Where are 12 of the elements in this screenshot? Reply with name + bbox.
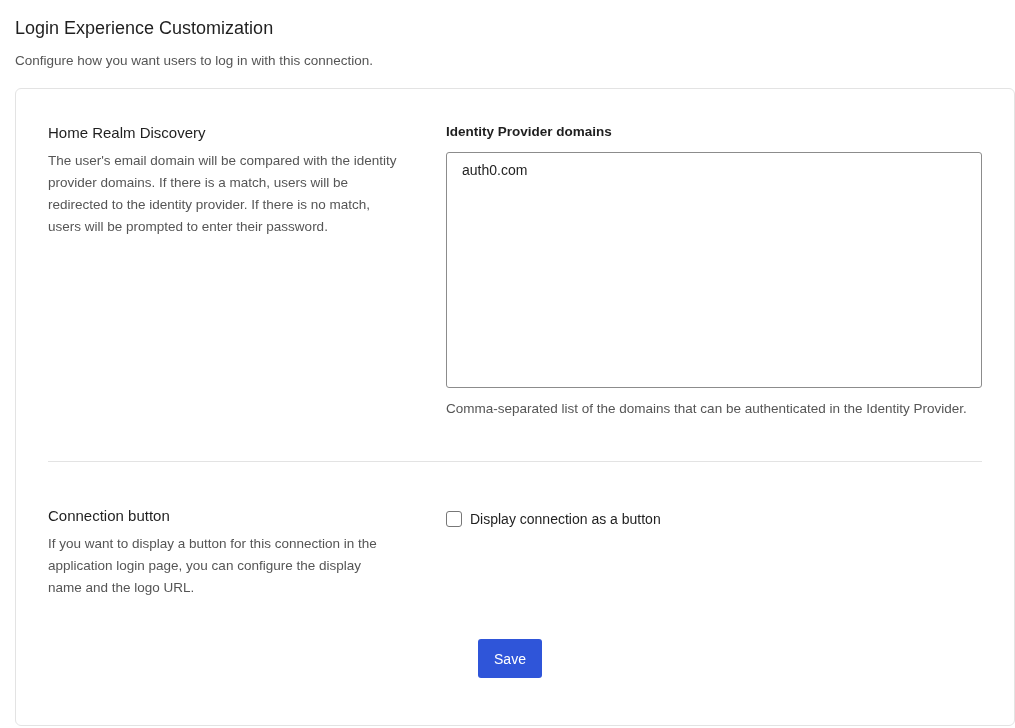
setting-heading: Home Realm Discovery xyxy=(48,123,207,143)
field-label: Identity Provider domains xyxy=(446,123,613,141)
section-subtitle: Configure how you want users to log in with this connection. xyxy=(15,52,374,70)
domains-input-field[interactable]: auth0.com xyxy=(446,152,982,388)
checkbox-label: Display connection as a button xyxy=(470,511,661,527)
save-button[interactable]: Save xyxy=(478,639,542,678)
field-help-text: Comma-separated list of the domains that can be authenticated in the Identity Provider. xyxy=(446,400,968,418)
checkbox[interactable] xyxy=(446,511,462,527)
section-title: Login Experience Customization xyxy=(15,17,275,40)
setting-description: If you want to display a button for this connection in the application login page, you can configure the display name and the logo URL. xyxy=(48,535,378,597)
setting-heading: Connection button xyxy=(48,506,171,526)
setting-description: The user's email domain will be compared with the identity provider domains. If there is a match, users will be redirected to the identity provider. If there is no match, users will be prompted to enter their password. xyxy=(48,152,398,236)
